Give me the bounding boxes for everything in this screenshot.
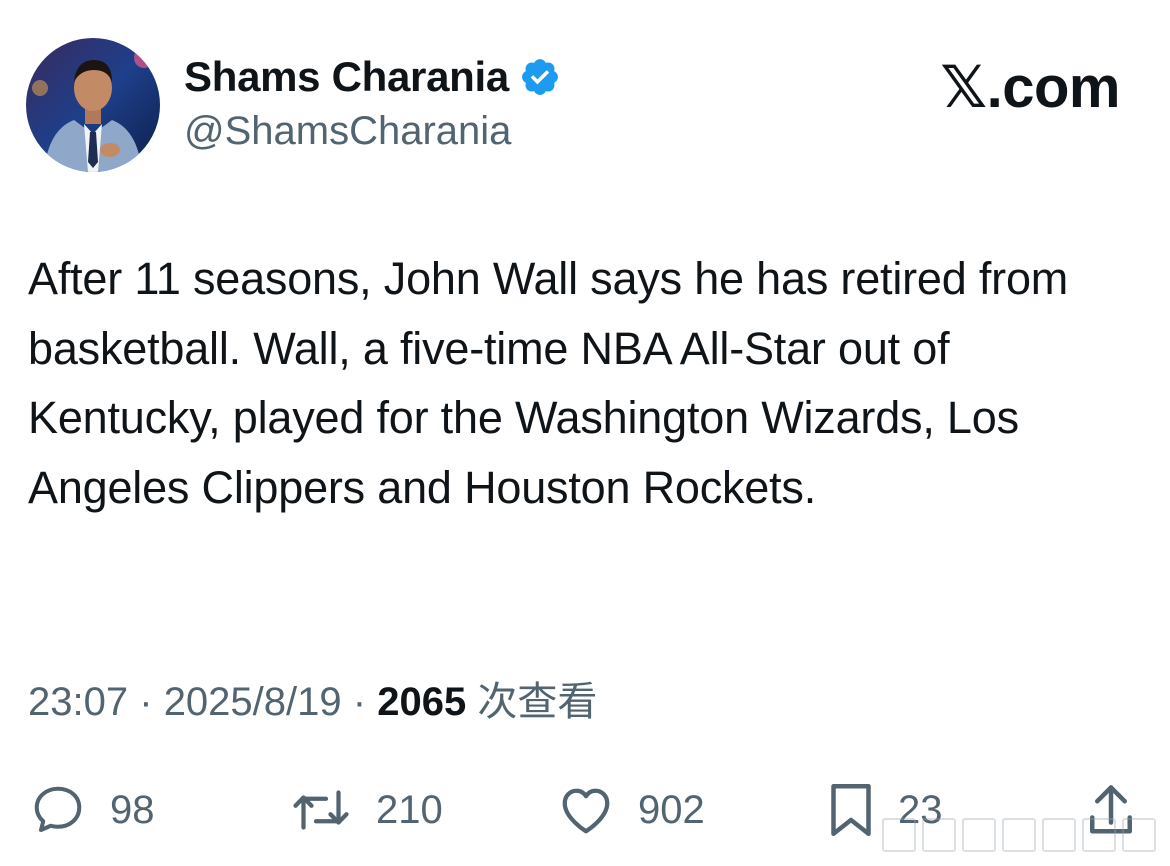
retweet-icon bbox=[293, 790, 349, 830]
heart-icon bbox=[562, 788, 610, 834]
bookmark-icon bbox=[831, 784, 871, 836]
x-logo: 𝕏.com bbox=[940, 55, 1120, 120]
watermark-glyph bbox=[922, 818, 956, 852]
reply-button[interactable]: 98 bbox=[28, 770, 155, 850]
verified-badge-icon bbox=[519, 56, 561, 98]
like-button[interactable]: 902 bbox=[556, 770, 705, 850]
author-name-text: Shams Charania bbox=[184, 53, 509, 100]
author-handle[interactable]: @ShamsCharania bbox=[184, 106, 511, 156]
watermark-glyph bbox=[882, 818, 916, 852]
retweet-button[interactable]: 210 bbox=[288, 770, 443, 850]
meta-separator: · bbox=[139, 680, 153, 724]
tweet-date[interactable]: 2025/8/19 bbox=[164, 680, 342, 724]
meta-separator: · bbox=[352, 680, 367, 724]
reply-count: 98 bbox=[110, 787, 155, 832]
views-label: 次查看 bbox=[477, 680, 598, 724]
retweet-count: 210 bbox=[376, 787, 443, 832]
author-display-name[interactable]: Shams Charania bbox=[184, 52, 561, 102]
watermark-glyph bbox=[1082, 818, 1116, 852]
watermark-glyph bbox=[962, 818, 996, 852]
watermark-glyph bbox=[1042, 818, 1076, 852]
reply-icon bbox=[34, 786, 82, 832]
tweet-text: After 11 seasons, John Wall says he has … bbox=[28, 253, 1069, 513]
views-count: 2065 bbox=[377, 680, 467, 724]
watermark-glyph bbox=[1002, 818, 1036, 852]
like-count: 902 bbox=[638, 787, 705, 832]
tweet-time[interactable]: 23:07 bbox=[28, 680, 128, 724]
tweet-meta: 23:07 · 2025/8/19 · 2065 次查看 bbox=[28, 674, 597, 730]
avatar[interactable] bbox=[26, 38, 160, 172]
avatar-photo bbox=[26, 38, 160, 172]
watermark-glyph bbox=[1122, 818, 1156, 852]
watermark bbox=[882, 818, 1156, 854]
